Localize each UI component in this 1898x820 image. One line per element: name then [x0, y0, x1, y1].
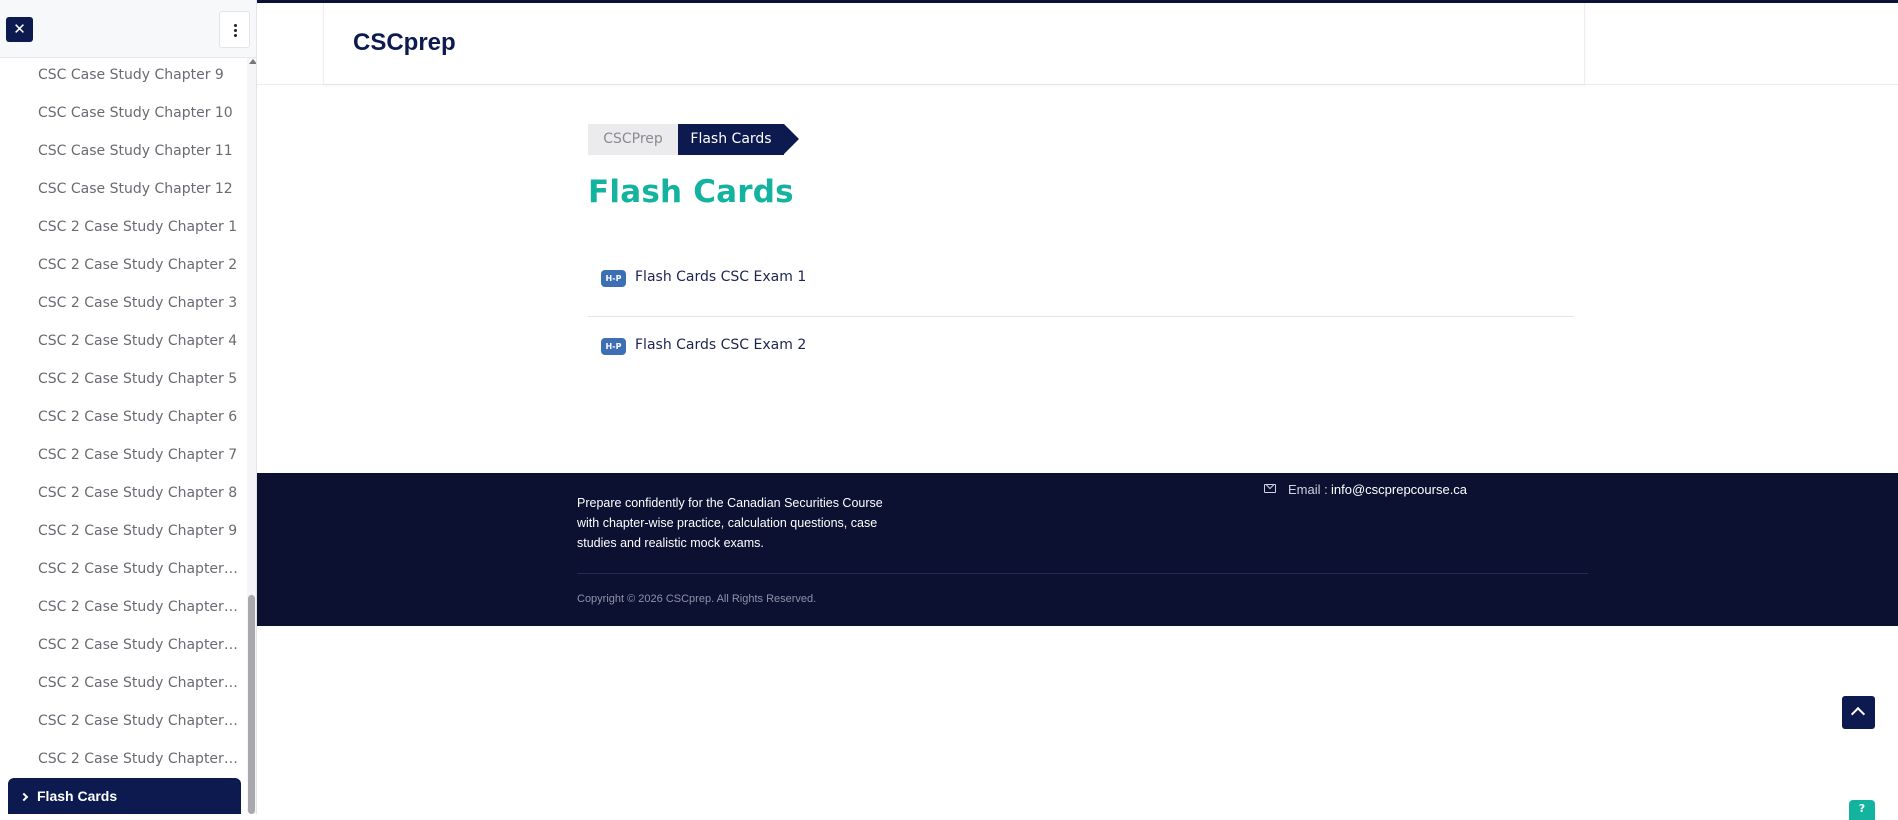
- chevron-up-icon: [1850, 706, 1866, 722]
- page-title: Flash Cards: [588, 174, 794, 210]
- sidebar-item[interactable]: CSC 2 Case Study Chapter 8: [0, 476, 238, 514]
- footer-description: Prepare confidently for the Canadian Sec…: [577, 496, 883, 550]
- chevron-right-icon: [19, 792, 29, 802]
- more-vertical-icon[interactable]: [219, 11, 250, 48]
- h5p-icon: H-P: [601, 338, 626, 355]
- sidebar-item[interactable]: CSC 2 Case Study Chapter 15: [0, 742, 238, 780]
- email-link[interactable]: info@cscprepcourse.ca: [1331, 482, 1467, 497]
- sidebar-item[interactable]: CSC 2 Case Study Chapter 14: [0, 704, 238, 742]
- sidebar-item[interactable]: CSC 2 Case Study Chapter 4: [0, 324, 238, 362]
- breadcrumb-current: Flash Cards: [678, 124, 784, 155]
- footer-divider: [577, 573, 1588, 574]
- sidebar-item[interactable]: CSC 2 Case Study Chapter 13: [0, 666, 238, 704]
- site-footer: Prepare confidently for the Canadian Sec…: [257, 473, 1898, 626]
- h5p-icon: H-P: [601, 270, 626, 287]
- sidebar-item[interactable]: CSC Case Study Chapter 11: [0, 134, 238, 172]
- sidebar-item[interactable]: CSC 2 Case Study Chapter 7: [0, 438, 238, 476]
- course-sidebar: ✕ CSC Case Study Chapter 9 CSC Case Stud…: [0, 0, 257, 814]
- lesson-title[interactable]: Flash Cards CSC Exam 2: [635, 337, 806, 353]
- sidebar-scrollbar-thumb[interactable]: [248, 595, 255, 814]
- sidebar-item[interactable]: CSC 2 Case Study Chapter 3: [0, 286, 238, 324]
- brand-container: CSCprep: [323, 3, 1585, 84]
- site-logo[interactable]: CSCprep: [353, 29, 456, 57]
- email-label: Email :: [1288, 482, 1328, 497]
- close-icon[interactable]: ✕: [6, 17, 33, 42]
- lesson-divider: [588, 316, 1574, 317]
- sidebar-item[interactable]: CSC 2 Case Study Chapter 10: [0, 552, 238, 590]
- sidebar-item[interactable]: CSC 2 Case Study Chapter 2: [0, 248, 238, 286]
- copyright-text: Copyright © 2026 CSCprep. All Rights Res…: [577, 593, 817, 605]
- sidebar-item[interactable]: CSC 2 Case Study Chapter 6: [0, 400, 238, 438]
- sidebar-header: ✕: [0, 0, 256, 58]
- sidebar-item[interactable]: CSC 2 Case Study Chapter 9: [0, 514, 238, 552]
- sidebar-item[interactable]: CSC Case Study Chapter 12: [0, 172, 238, 210]
- help-button[interactable]: ?: [1849, 800, 1875, 820]
- sidebar-section-flash-cards[interactable]: Flash Cards: [8, 778, 241, 814]
- sidebar-section-label: Flash Cards: [37, 788, 118, 804]
- sidebar-item[interactable]: CSC 2 Case Study Chapter 5: [0, 362, 238, 400]
- sidebar-item[interactable]: CSC 2 Case Study Chapter 12: [0, 628, 238, 666]
- sidebar-lesson-list: CSC Case Study Chapter 9 CSC Case Study …: [0, 58, 244, 780]
- scroll-to-top-button[interactable]: [1842, 696, 1875, 729]
- breadcrumb-arrow: [784, 124, 799, 154]
- sidebar-item[interactable]: CSC 2 Case Study Chapter 11: [0, 590, 238, 628]
- sidebar-item[interactable]: CSC Case Study Chapter 10: [0, 96, 238, 134]
- scroll-up-arrow-icon[interactable]: [249, 59, 256, 64]
- sidebar-item[interactable]: CSC 2 Case Study Chapter 1: [0, 210, 238, 248]
- breadcrumb-root-link[interactable]: CSCPrep: [588, 124, 678, 155]
- sidebar-item[interactable]: CSC Case Study Chapter 9: [0, 58, 238, 96]
- site-header: CSCprep: [257, 3, 1898, 85]
- lesson-title[interactable]: Flash Cards CSC Exam 1: [635, 269, 806, 285]
- mail-icon: [1264, 484, 1276, 493]
